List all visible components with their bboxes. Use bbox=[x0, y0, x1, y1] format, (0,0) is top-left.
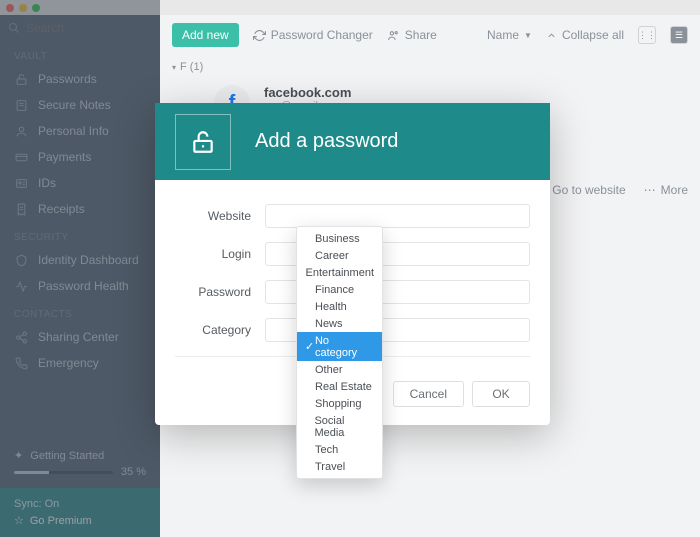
dropdown-option-tech[interactable]: Tech bbox=[297, 441, 382, 458]
sidebar-item-label: Emergency bbox=[38, 356, 99, 370]
sidebar-item-payments[interactable]: Payments bbox=[0, 144, 160, 170]
card-icon bbox=[14, 151, 28, 164]
search-input[interactable] bbox=[26, 21, 181, 35]
refresh-icon bbox=[253, 29, 266, 42]
sidebar-section-contacts: Contacts bbox=[0, 299, 160, 324]
sidebar-section-security: Security bbox=[0, 222, 160, 247]
dropdown-option-business[interactable]: Business bbox=[297, 230, 382, 247]
dropdown-option-entertainment[interactable]: Entertainment bbox=[297, 264, 382, 281]
sidebar-item-label: Receipts bbox=[38, 202, 85, 216]
chevron-up-icon bbox=[546, 30, 557, 41]
getting-started-label: Getting Started bbox=[30, 450, 104, 462]
list-section-header[interactable]: ▾ F (1) bbox=[160, 55, 700, 79]
go-premium[interactable]: ☆ Go Premium bbox=[14, 514, 146, 527]
sidebar-section-vault: Vault bbox=[0, 41, 160, 66]
window-maximize-dot[interactable] bbox=[32, 4, 40, 12]
search-icon bbox=[8, 22, 20, 34]
dropdown-option-health[interactable]: Health bbox=[297, 298, 382, 315]
sidebar-item-label: Personal Info bbox=[38, 124, 109, 138]
dropdown-option-shopping[interactable]: Shopping bbox=[297, 395, 382, 412]
sidebar-item-passwords[interactable]: Passwords bbox=[0, 66, 160, 92]
toolbar: Add new Password Changer Share Name ▼ bbox=[160, 15, 700, 55]
star-icon: ☆ bbox=[14, 514, 24, 527]
note-icon bbox=[14, 99, 28, 112]
password-changer-button[interactable]: Password Changer bbox=[253, 28, 373, 42]
window-titlebar bbox=[0, 0, 700, 15]
check-icon: ✓ bbox=[305, 340, 315, 353]
sync-block: Sync: On ☆ Go Premium bbox=[0, 488, 160, 537]
share-button[interactable]: Share bbox=[387, 28, 437, 42]
sidebar: Vault Passwords Secure Notes Personal Info… bbox=[0, 15, 160, 537]
shield-icon bbox=[14, 254, 28, 267]
receipt-icon bbox=[14, 203, 28, 216]
modal-header-icon-box bbox=[175, 114, 231, 170]
window-close-dot[interactable] bbox=[6, 4, 14, 12]
sidebar-item-emergency[interactable]: Emergency bbox=[0, 350, 160, 376]
field-label-category: Category bbox=[175, 323, 265, 337]
id-icon bbox=[14, 177, 28, 190]
dots-icon: ⋯ bbox=[644, 183, 656, 197]
sidebar-item-label: Passwords bbox=[38, 72, 97, 86]
phone-icon bbox=[14, 357, 28, 370]
sidebar-item-label: IDs bbox=[38, 176, 56, 190]
modal-title: Add a password bbox=[255, 130, 398, 153]
sidebar-item-secure-notes[interactable]: Secure Notes bbox=[0, 92, 160, 118]
sidebar-item-identity-dashboard[interactable]: Identity Dashboard bbox=[0, 247, 160, 273]
sidebar-item-personal-info[interactable]: Personal Info bbox=[0, 118, 160, 144]
chevron-down-icon: ▼ bbox=[524, 31, 532, 40]
lock-icon bbox=[190, 129, 216, 155]
sidebar-item-label: Password Health bbox=[38, 279, 129, 293]
collapse-all-button[interactable]: Collapse all bbox=[546, 28, 624, 42]
person-icon bbox=[14, 125, 28, 138]
dropdown-option-finance[interactable]: Finance bbox=[297, 281, 382, 298]
website-input[interactable] bbox=[265, 204, 530, 228]
sidebar-item-label: Sharing Center bbox=[38, 330, 119, 344]
list-view-toggle[interactable]: ☰ bbox=[670, 26, 688, 44]
lock-icon bbox=[14, 73, 28, 86]
sort-name-dropdown[interactable]: Name ▼ bbox=[487, 28, 532, 42]
chevron-down-icon: ▾ bbox=[172, 63, 176, 72]
dropdown-option-social-media[interactable]: Social Media bbox=[297, 412, 382, 441]
entry-title: facebook.com bbox=[264, 85, 351, 100]
dropdown-option-career[interactable]: Career bbox=[297, 247, 382, 264]
add-new-button[interactable]: Add new bbox=[172, 23, 239, 47]
grid-icon: ⋮⋮ bbox=[638, 30, 656, 41]
sync-status: Sync: On bbox=[14, 498, 146, 510]
dropdown-option-no-category[interactable]: ✓No category bbox=[297, 332, 382, 361]
field-label-website: Website bbox=[175, 209, 265, 223]
sidebar-item-receipts[interactable]: Receipts bbox=[0, 196, 160, 222]
field-label-password: Password bbox=[175, 285, 265, 299]
cancel-button[interactable]: Cancel bbox=[393, 381, 464, 407]
dropdown-option-real-estate[interactable]: Real Estate bbox=[297, 378, 382, 395]
pulse-icon bbox=[14, 280, 28, 293]
getting-started-block[interactable]: ✦ Getting Started 35 % bbox=[0, 439, 160, 488]
getting-started-progress bbox=[14, 471, 113, 474]
getting-started-percent: 35 % bbox=[121, 466, 146, 478]
more-button[interactable]: ⋯ More bbox=[644, 183, 688, 197]
sidebar-item-ids[interactable]: IDs bbox=[0, 170, 160, 196]
share-icon bbox=[14, 331, 28, 344]
dropdown-option-travel[interactable]: Travel bbox=[297, 458, 382, 475]
grid-view-toggle[interactable]: ⋮⋮ bbox=[638, 26, 656, 44]
dropdown-option-news[interactable]: News bbox=[297, 315, 382, 332]
sidebar-item-sharing-center[interactable]: Sharing Center bbox=[0, 324, 160, 350]
window-minimize-dot[interactable] bbox=[19, 4, 27, 12]
ok-button[interactable]: OK bbox=[472, 381, 530, 407]
field-label-login: Login bbox=[175, 247, 265, 261]
list-icon: ☰ bbox=[675, 30, 683, 41]
sidebar-item-password-health[interactable]: Password Health bbox=[0, 273, 160, 299]
sidebar-item-label: Identity Dashboard bbox=[38, 253, 139, 267]
sidebar-item-label: Secure Notes bbox=[38, 98, 111, 112]
dropdown-option-other[interactable]: Other bbox=[297, 361, 382, 378]
sidebar-item-label: Payments bbox=[38, 150, 91, 164]
people-icon bbox=[387, 29, 400, 42]
category-dropdown[interactable]: BusinessCareerEntertainmentFinanceHealth… bbox=[296, 226, 383, 479]
sparkle-icon: ✦ bbox=[14, 450, 23, 462]
